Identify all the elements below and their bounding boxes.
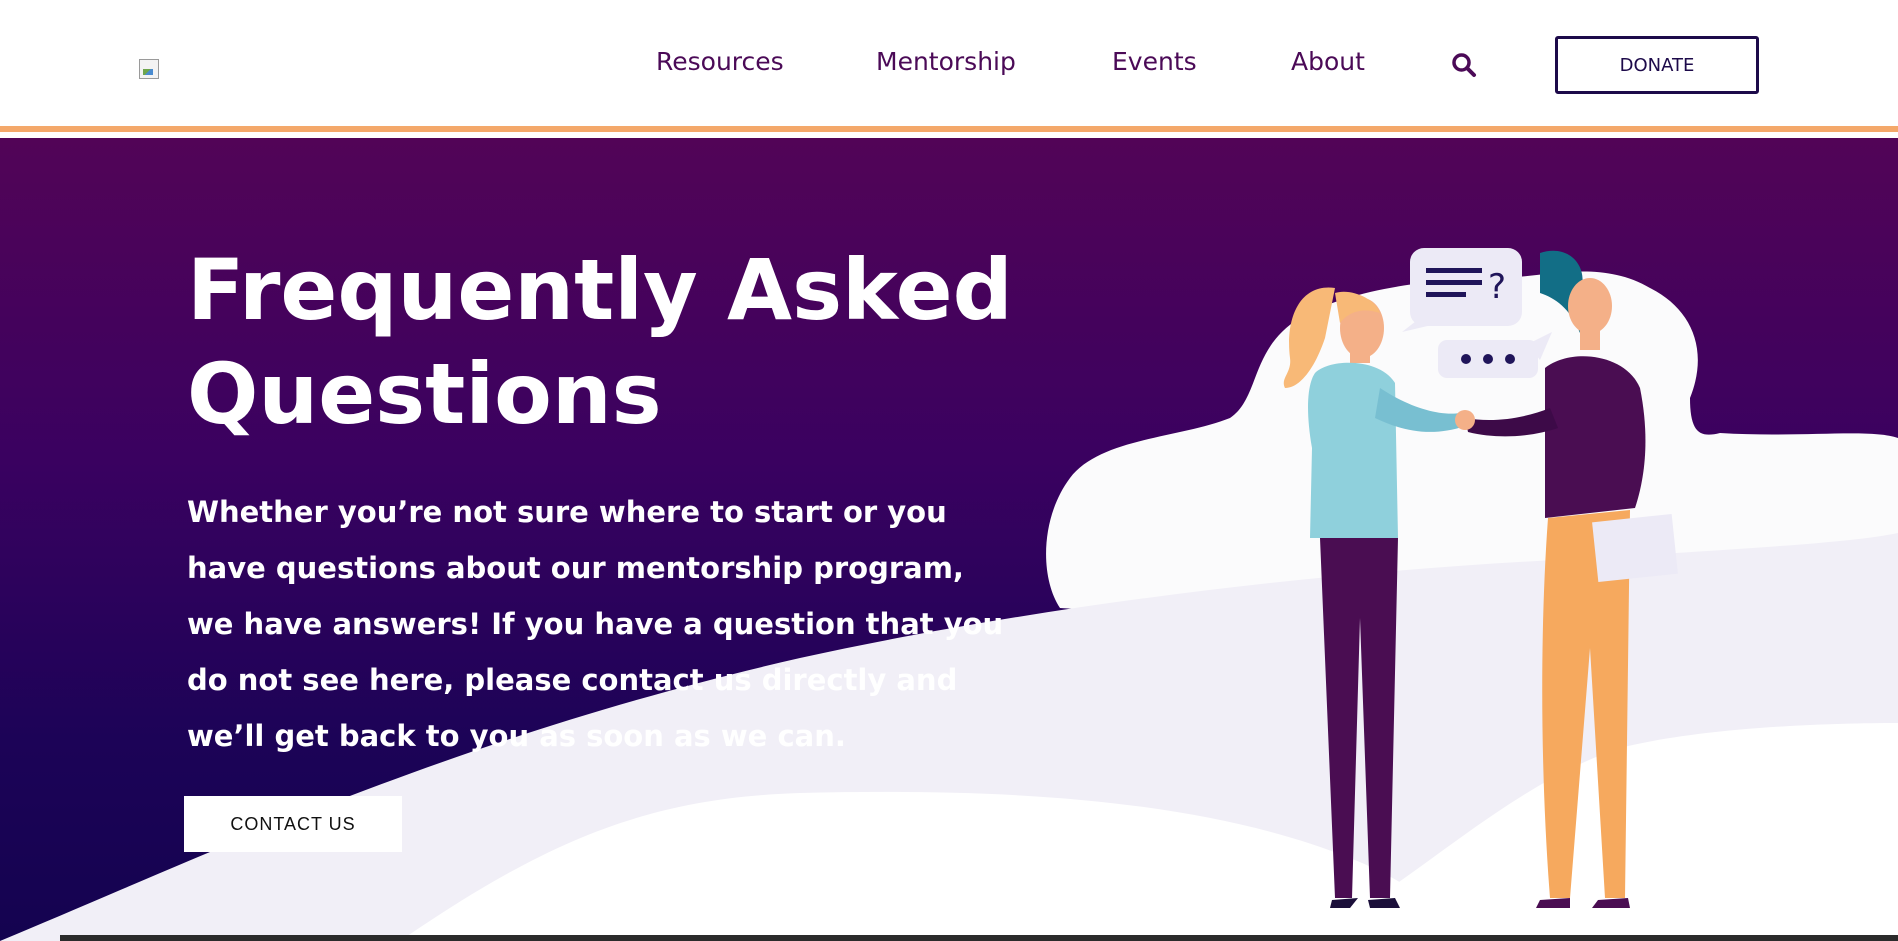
svg-text:?: ?: [1488, 267, 1506, 307]
handshake-icon: [1455, 410, 1475, 430]
question-bubble-icon: ?: [1402, 248, 1522, 332]
nav-events[interactable]: Events: [1112, 47, 1197, 76]
hero-description: Whether you’re not sure where to start o…: [187, 495, 1004, 753]
site-header: Resources Mentorship Events About DONATE: [0, 0, 1898, 132]
page-title: Frequently Asked Questions: [187, 241, 1013, 443]
woman-figure: [1283, 287, 1465, 908]
search-icon[interactable]: [1451, 52, 1477, 78]
page-bottom-edge: [60, 935, 1898, 941]
handshake-illustration: ?: [1283, 248, 1678, 908]
typing-bubble-icon: [1438, 332, 1552, 378]
nav-mentorship[interactable]: Mentorship: [876, 47, 1016, 76]
logo-image[interactable]: [139, 59, 159, 79]
hero-section: Frequently Asked Questions Whether you’r…: [0, 138, 1898, 941]
nav-resources[interactable]: Resources: [656, 47, 784, 76]
nav-about[interactable]: About: [1291, 47, 1365, 76]
donate-button[interactable]: DONATE: [1555, 36, 1759, 94]
contact-us-button[interactable]: CONTACT US: [184, 796, 402, 852]
